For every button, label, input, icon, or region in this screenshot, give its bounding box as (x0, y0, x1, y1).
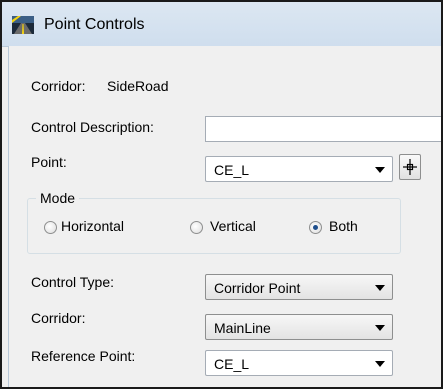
title-bar[interactable]: Point Controls (2, 2, 441, 47)
point-controls-window: Point Controls Corridor: SideRoad Contro… (0, 0, 443, 389)
radio-horizontal-label[interactable]: Horizontal (61, 218, 124, 234)
control-description-input[interactable] (205, 116, 441, 142)
reference-point-select[interactable]: CE_L (205, 350, 393, 376)
point-select[interactable]: CE_L (205, 156, 393, 182)
radio-both-label[interactable]: Both (329, 218, 358, 234)
radio-horizontal[interactable] (44, 221, 57, 234)
mode-group: Mode Horizontal Vertical Both (27, 190, 401, 254)
control-description-label: Control Description: (31, 119, 154, 135)
chevron-down-icon (375, 167, 385, 173)
radio-vertical-label[interactable]: Vertical (210, 218, 256, 234)
corridor-label: Corridor: (31, 310, 86, 326)
corridor-select[interactable]: MainLine (205, 314, 393, 340)
chevron-down-icon (375, 325, 385, 331)
chevron-down-icon (375, 361, 385, 367)
window-title: Point Controls (44, 16, 145, 33)
crosshair-icon (403, 159, 417, 175)
corridor-info-label: Corridor: (31, 78, 86, 94)
dialog-body: Corridor: SideRoad Control Description: … (8, 46, 441, 387)
point-select-value: CE_L (214, 162, 250, 178)
radio-both[interactable] (309, 221, 322, 234)
radio-vertical[interactable] (190, 221, 203, 234)
reference-point-label: Reference Point: (31, 348, 136, 364)
control-type-value: Corridor Point (214, 280, 301, 296)
corridor-value: MainLine (214, 320, 271, 336)
control-type-select[interactable]: Corridor Point (205, 274, 393, 300)
point-label: Point: (31, 154, 67, 170)
chevron-down-icon (375, 285, 385, 291)
pick-point-button[interactable] (399, 154, 421, 180)
corridor-info-value: SideRoad (107, 78, 169, 94)
road-icon (12, 16, 34, 34)
control-type-label: Control Type: (31, 274, 115, 290)
reference-point-value: CE_L (214, 356, 250, 372)
mode-legend: Mode (36, 190, 80, 206)
